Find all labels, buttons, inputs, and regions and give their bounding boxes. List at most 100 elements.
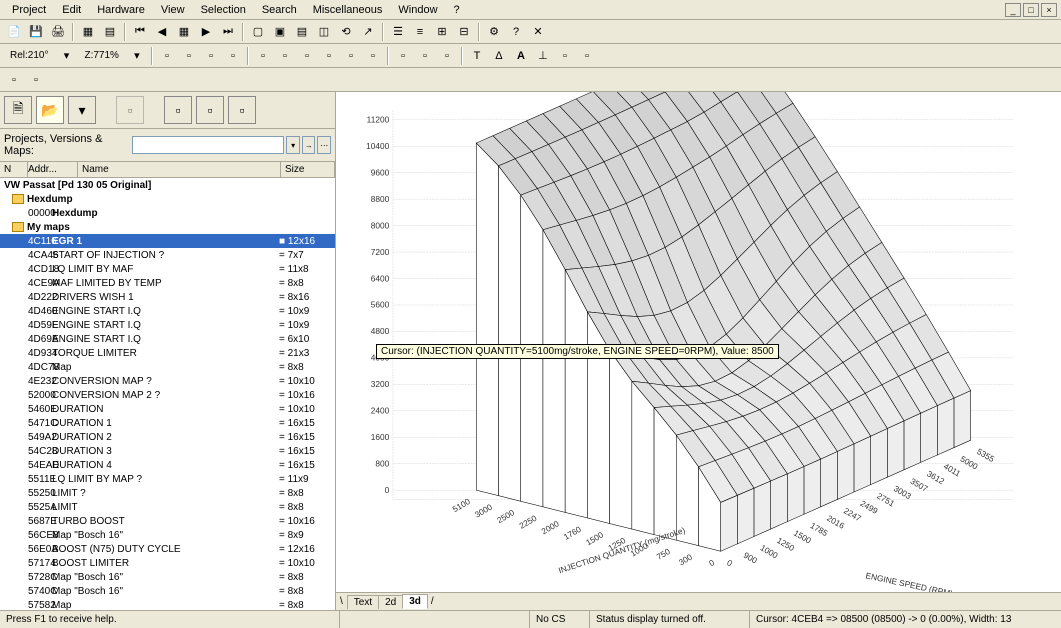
t2-r-icon[interactable]: ▫: [555, 46, 575, 66]
lt-a-icon[interactable]: ▫: [164, 96, 192, 124]
t2-i-icon[interactable]: ▫: [341, 46, 361, 66]
map-row[interactable]: 4D934TORQUE LIMITER= 21x3: [0, 346, 335, 360]
tool-m-icon[interactable]: ✕: [528, 22, 548, 42]
t2-h-icon[interactable]: ▫: [319, 46, 339, 66]
map-row[interactable]: 549A2DURATION 2= 16x15: [0, 430, 335, 444]
last-icon[interactable]: ⏭: [218, 22, 238, 42]
map-row[interactable]: 4CD18I.Q LIMIT BY MAF= 11x8: [0, 262, 335, 276]
new-icon[interactable]: 📄: [4, 22, 24, 42]
t2-b-icon[interactable]: ▫: [179, 46, 199, 66]
menu-project[interactable]: Project: [4, 2, 54, 18]
next-icon[interactable]: ▶: [196, 22, 216, 42]
menu-window[interactable]: Window: [390, 2, 445, 18]
t2-j-icon[interactable]: ▫: [363, 46, 383, 66]
lt-b-icon[interactable]: ▫: [196, 96, 224, 124]
open-dd-icon[interactable]: ▾: [68, 96, 96, 124]
map-row[interactable]: 5511EI.Q LIMIT BY MAP ?= 11x9: [0, 472, 335, 486]
view1-icon[interactable]: ▦: [78, 22, 98, 42]
tool-l-icon[interactable]: ?: [506, 22, 526, 42]
col-addr[interactable]: Addr...: [28, 162, 78, 177]
t2-a-icon[interactable]: ▫: [157, 46, 177, 66]
search-opt-icon[interactable]: ⋯: [317, 136, 331, 154]
map-row[interactable]: 5471CDURATION 1= 16x15: [0, 416, 335, 430]
t2-d-icon[interactable]: ▫: [223, 46, 243, 66]
map-row[interactable]: 4CE9AMAF LIMITED BY TEMP= 8x8: [0, 276, 335, 290]
tool-e-icon[interactable]: ⟲: [336, 22, 356, 42]
project-root[interactable]: VW Passat [Pd 130 05 Original]: [0, 178, 335, 192]
tool-f-icon[interactable]: ↗: [358, 22, 378, 42]
prev-icon[interactable]: ◀: [152, 22, 172, 42]
tab-2d[interactable]: 2d: [378, 595, 403, 609]
tool-g-icon[interactable]: ☰: [388, 22, 408, 42]
menu-misc[interactable]: Miscellaneous: [305, 2, 391, 18]
menu-search[interactable]: Search: [254, 2, 305, 18]
map-row[interactable]: 56CE8Map "Bosch 16"= 8x9: [0, 528, 335, 542]
menu-view[interactable]: View: [153, 2, 193, 18]
print-icon[interactable]: 🖨: [48, 22, 68, 42]
col-size[interactable]: Size: [281, 162, 335, 177]
col-n[interactable]: N: [0, 162, 28, 177]
maps-folder[interactable]: My maps: [0, 220, 335, 234]
map-row[interactable]: 4D59EENGINE START I.Q= 10x9: [0, 318, 335, 332]
col-name[interactable]: Name: [78, 162, 281, 177]
t2-e-icon[interactable]: ▫: [253, 46, 273, 66]
menu-edit[interactable]: Edit: [54, 2, 89, 18]
open-folder-icon[interactable]: 📂: [36, 96, 64, 124]
map-row[interactable]: 56E0ABOOST (N75) DUTY CYCLE= 12x16: [0, 542, 335, 556]
maximize-button[interactable]: □: [1023, 3, 1039, 17]
map-row[interactable]: 5740CMap "Bosch 16"= 8x8: [0, 584, 335, 598]
tool-a-icon[interactable]: ▢: [248, 22, 268, 42]
t2-m-icon[interactable]: ▫: [437, 46, 457, 66]
menu-hardware[interactable]: Hardware: [89, 2, 153, 18]
menu-help[interactable]: ?: [446, 2, 468, 18]
t2-c-icon[interactable]: ▫: [201, 46, 221, 66]
t2-q-icon[interactable]: ⊥: [533, 46, 553, 66]
t2-f-icon[interactable]: ▫: [275, 46, 295, 66]
t3-a-icon[interactable]: ▫: [4, 70, 24, 90]
t2-delta-icon[interactable]: Δ: [489, 46, 509, 66]
t2-s-icon[interactable]: ▫: [577, 46, 597, 66]
tool-i-icon[interactable]: ⊞: [432, 22, 452, 42]
rel-dd-icon[interactable]: ▾: [56, 46, 76, 66]
search-go-icon[interactable]: →: [302, 136, 316, 154]
t2-text-icon[interactable]: T: [467, 46, 487, 66]
map-row[interactable]: 52000CONVERSION MAP 2 ?= 10x16: [0, 388, 335, 402]
new-doc-icon[interactable]: 🗎: [4, 96, 32, 124]
map-row[interactable]: 4D69AENGINE START I.Q= 6x10: [0, 332, 335, 346]
t2-bold-icon[interactable]: A: [511, 46, 531, 66]
chart-3d-surface[interactable]: 0800160024003200400048005600640072008000…: [336, 92, 1061, 592]
search-dropdown-icon[interactable]: ▾: [286, 136, 300, 154]
tool-j-icon[interactable]: ⊟: [454, 22, 474, 42]
map-row[interactable]: 4D222DRIVERS WISH 1= 8x16: [0, 290, 335, 304]
map-row[interactable]: 54EAEDURATION 4= 16x15: [0, 458, 335, 472]
map-row[interactable]: 55250LIMIT ?= 8x8: [0, 486, 335, 500]
tool-k-icon[interactable]: ⚙: [484, 22, 504, 42]
tool-b-icon[interactable]: ▣: [270, 22, 290, 42]
tool-h-icon[interactable]: ≡: [410, 22, 430, 42]
menu-selection[interactable]: Selection: [193, 2, 254, 18]
search-input[interactable]: [132, 136, 284, 154]
minimize-button[interactable]: _: [1005, 3, 1021, 17]
tool-c-icon[interactable]: ▤: [292, 22, 312, 42]
t2-g-icon[interactable]: ▫: [297, 46, 317, 66]
map-row[interactable]: 57582Map= 8x8: [0, 598, 335, 610]
map-tree[interactable]: VW Passat [Pd 130 05 Original] Hexdump 0…: [0, 178, 335, 610]
map-row[interactable]: 5728CMap "Bosch 16"= 8x8: [0, 570, 335, 584]
t2-k-icon[interactable]: ▫: [393, 46, 413, 66]
map-row[interactable]: 5687ETURBO BOOST= 10x16: [0, 514, 335, 528]
t3-b-icon[interactable]: ▫: [26, 70, 46, 90]
map-row[interactable]: 57174BOOST LIMITER= 10x10: [0, 556, 335, 570]
tool-d-icon[interactable]: ◫: [314, 22, 334, 42]
zoom-dd-icon[interactable]: ▾: [127, 46, 147, 66]
first-icon[interactable]: ⏮: [130, 22, 150, 42]
map-row[interactable]: 5525ALIMIT= 8x8: [0, 500, 335, 514]
map-row[interactable]: 4C116EGR 1■ 12x16: [0, 234, 335, 248]
close-button[interactable]: ×: [1041, 3, 1057, 17]
grid-icon[interactable]: ▦: [174, 22, 194, 42]
tab-text[interactable]: Text: [347, 595, 379, 609]
map-row[interactable]: 5460EDURATION= 10x10: [0, 402, 335, 416]
hexdump-folder[interactable]: Hexdump: [0, 192, 335, 206]
map-row[interactable]: 54C28DURATION 3= 16x15: [0, 444, 335, 458]
map-row[interactable]: 4CA46START OF INJECTION ?= 7x7: [0, 248, 335, 262]
hexdump-item[interactable]: 00000 Hexdump: [0, 206, 335, 220]
